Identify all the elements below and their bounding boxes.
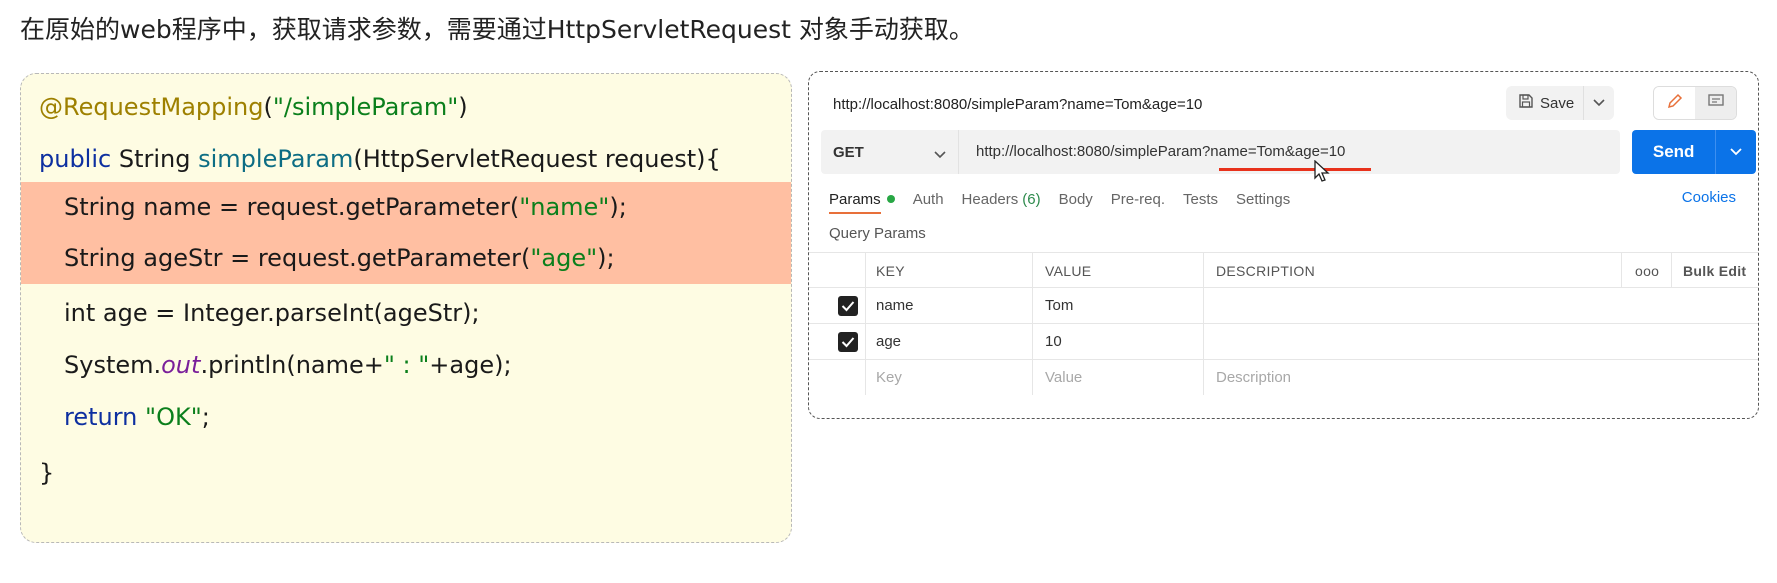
headers-count-badge: (6) [1022,190,1041,208]
code-line-parse-int: int age = Integer.parseInt(ageStr); [21,284,791,342]
code-line-annotation: @RequestMapping("/simpleParam") [21,78,791,136]
code-string-ok: "OK" [145,403,202,431]
code-string-separator: " : " [383,351,430,379]
tab-auth[interactable]: Auth [913,189,944,209]
column-header-value: VALUE [1045,263,1092,279]
code-keyword-return: return [64,403,138,431]
tab-body[interactable]: Body [1059,189,1093,209]
query-params-table: KEY VALUE DESCRIPTION ooo Bulk Edit name… [809,252,1758,396]
page-heading: 在原始的web程序中，获取请求参数，需要通过HttpServletRequest… [20,15,974,44]
send-options-dropdown[interactable] [1716,130,1756,174]
params-active-dot [886,195,895,203]
code-string-name: "name" [519,193,610,221]
bulk-edit-button[interactable]: Bulk Edit [1683,253,1746,289]
param-enabled-checkbox[interactable] [838,296,858,316]
column-divider [865,252,866,395]
http-method-select[interactable]: GET [821,130,959,174]
pencil-icon [1666,92,1684,115]
code-panel: @RequestMapping("/simpleParam") public S… [20,73,792,543]
tab-params[interactable]: Params [829,189,895,209]
code-line-get-age: String ageStr = request.getParameter("ag… [21,233,791,284]
code-keyword-public: public [39,145,112,173]
checkmark-icon [841,337,855,348]
query-params-label: Query Params [829,225,926,242]
param-key[interactable]: age [876,324,901,360]
code-paren-open: ( [263,93,273,121]
new-param-description-input[interactable]: Description [1216,360,1291,396]
table-header-row: KEY VALUE DESCRIPTION ooo Bulk Edit [809,252,1758,289]
code-line-println: System.out.println(name+" : "+age); [21,336,791,394]
code-line-get-name: String name = request.getParameter("name… [21,182,791,233]
column-header-key: KEY [876,263,905,279]
code-string-age: "age" [530,244,598,272]
column-header-description: DESCRIPTION [1216,263,1315,279]
tab-label: Params [829,190,881,208]
param-value[interactable]: Tom [1045,288,1073,324]
code-text: String ageStr = request.getParameter( [64,244,531,272]
save-button[interactable]: Save [1506,86,1583,120]
code-text: +age); [429,351,512,379]
send-button[interactable]: Send [1632,130,1717,174]
code-annotation: @RequestMapping [39,93,264,121]
code-text: ); [609,193,627,221]
code-return-type: String [111,145,199,173]
request-title[interactable]: http://localhost:8080/simpleParam?name=T… [833,96,1202,113]
chevron-down-icon [934,146,946,163]
table-row: name Tom [809,288,1758,324]
code-text: System. [64,351,162,379]
request-tabs: Params Auth Headers (6) Body Pre-req. Te… [829,189,1308,209]
code-method-name: simpleParam [198,145,354,173]
table-row: age 10 [809,324,1758,360]
code-path-string: "/simpleParam" [272,93,459,121]
documentation-mode-button[interactable] [1695,87,1736,119]
code-text: ); [597,244,615,272]
comment-icon [1707,92,1725,115]
code-method-params: (HttpServletRequest request){ [353,145,721,173]
code-line-signature: public String simpleParam(HttpServletReq… [21,130,791,188]
code-text: } [39,459,55,487]
new-param-key-input[interactable]: Key [876,360,902,396]
param-value[interactable]: 10 [1045,324,1062,360]
save-button-group: Save [1506,86,1614,120]
view-mode-toggle [1653,86,1737,120]
tab-tests[interactable]: Tests [1183,189,1218,209]
mouse-cursor-icon [1314,159,1330,187]
column-divider [1203,252,1204,395]
send-button-group: Send [1632,130,1756,174]
postman-request-panel: http://localhost:8080/simpleParam?name=T… [808,71,1759,419]
code-text: .println(name+ [200,351,384,379]
http-method-label: GET [833,143,864,161]
save-icon [1518,93,1534,114]
query-string-underline [1219,168,1371,171]
chevron-down-icon [1593,94,1605,112]
code-paren-close: ) [458,93,468,121]
edit-mode-button[interactable] [1654,87,1695,119]
tab-pre-request[interactable]: Pre-req. [1111,189,1165,209]
column-divider [1621,252,1622,288]
cookies-link[interactable]: Cookies [1682,189,1736,206]
param-enabled-checkbox[interactable] [838,332,858,352]
code-line-return: return "OK"; [21,388,791,446]
tab-label: Headers [961,190,1019,208]
save-options-dropdown[interactable] [1583,86,1614,120]
code-text: ; [201,403,210,431]
code-static-out: out [161,351,201,379]
save-label: Save [1540,94,1575,112]
code-line-close-brace: } [21,444,791,502]
new-param-value-input[interactable]: Value [1045,360,1082,396]
more-options-button[interactable]: ooo [1635,253,1659,289]
code-text: String name = request.getParameter( [64,193,520,221]
column-divider [1032,252,1033,395]
checkmark-icon [841,301,855,312]
column-divider [1671,252,1672,288]
active-tab-indicator [829,212,881,214]
tab-headers[interactable]: Headers (6) [962,189,1041,209]
code-text: int age = Integer.parseInt(ageStr); [64,299,480,327]
chevron-down-icon [1730,143,1742,161]
param-key[interactable]: name [876,288,914,324]
table-row-new: Key Value Description [809,360,1758,396]
tab-settings[interactable]: Settings [1236,189,1290,209]
